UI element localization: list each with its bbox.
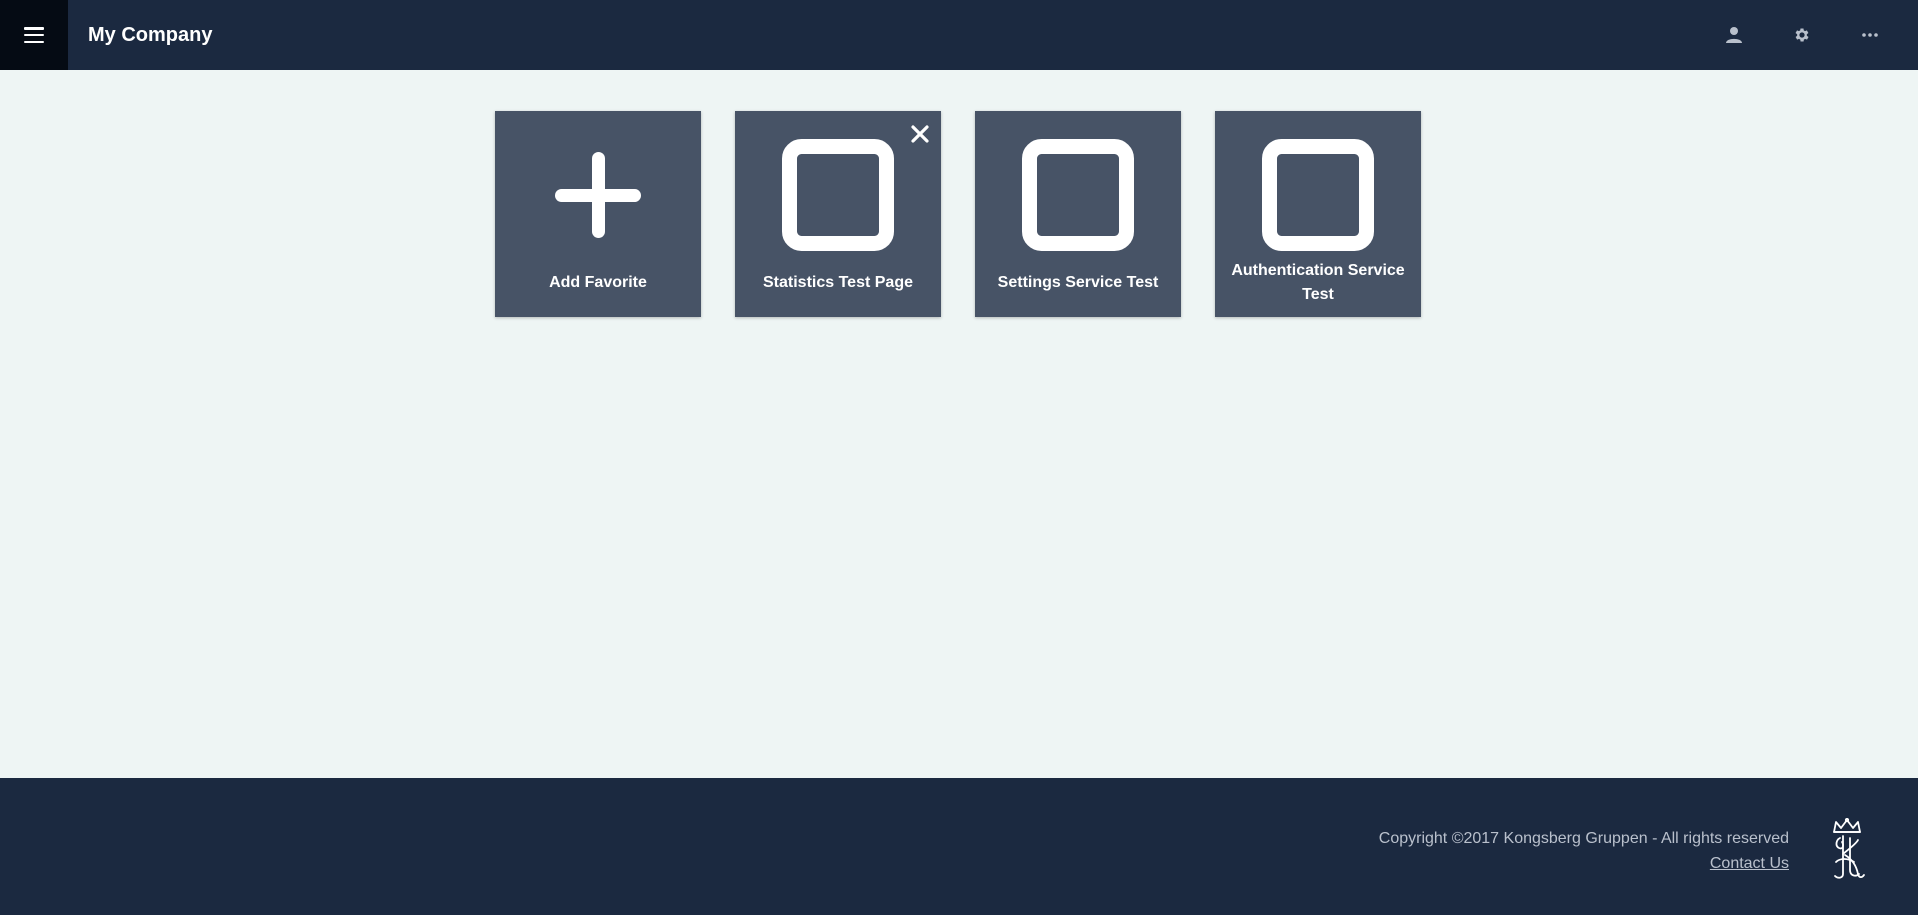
- app-title: My Company: [88, 23, 213, 46]
- main-content: Add Favorite Statistics Test Page Settin…: [0, 70, 1918, 778]
- favorites-grid: Add Favorite Statistics Test Page Settin…: [495, 111, 1421, 317]
- more-options-button[interactable]: [1836, 0, 1904, 70]
- tile-label: Statistics Test Page: [763, 274, 913, 291]
- gear-icon: [1795, 28, 1809, 42]
- settings-button[interactable]: [1768, 0, 1836, 70]
- kongsberg-crown-logo: [1833, 818, 1865, 879]
- tile-label: Authentication Service Test: [1231, 262, 1405, 303]
- footer-text: Copyright ©2017 Kongsberg Gruppen - All …: [1379, 826, 1789, 876]
- tile-label: Add Favorite: [549, 274, 647, 291]
- plus-icon: [495, 139, 701, 251]
- page-footer: Copyright ©2017 Kongsberg Gruppen - All …: [0, 778, 1918, 915]
- tile-settings-service-test[interactable]: Settings Service Test: [975, 111, 1181, 317]
- top-app-bar: My Company: [0, 0, 1918, 70]
- square-icon: [975, 139, 1181, 251]
- tile-statistics-test-page[interactable]: Statistics Test Page: [735, 111, 941, 317]
- square-icon: [735, 139, 941, 251]
- user-profile-button[interactable]: [1700, 0, 1768, 70]
- tile-authentication-service-test[interactable]: Authentication Service Test: [1215, 111, 1421, 317]
- copyright-text: Copyright ©2017 Kongsberg Gruppen - All …: [1378, 830, 1789, 847]
- contact-us-link[interactable]: Contact Us: [1710, 855, 1789, 872]
- tile-add-favorite[interactable]: Add Favorite: [495, 111, 701, 317]
- square-icon: [1215, 139, 1421, 251]
- user-icon: [1726, 27, 1742, 43]
- more-horizontal-icon: [1862, 33, 1878, 37]
- header-actions: [1700, 0, 1904, 70]
- hamburger-menu-icon: [24, 27, 44, 43]
- tile-label: Settings Service Test: [997, 274, 1159, 291]
- menu-button[interactable]: [0, 0, 68, 70]
